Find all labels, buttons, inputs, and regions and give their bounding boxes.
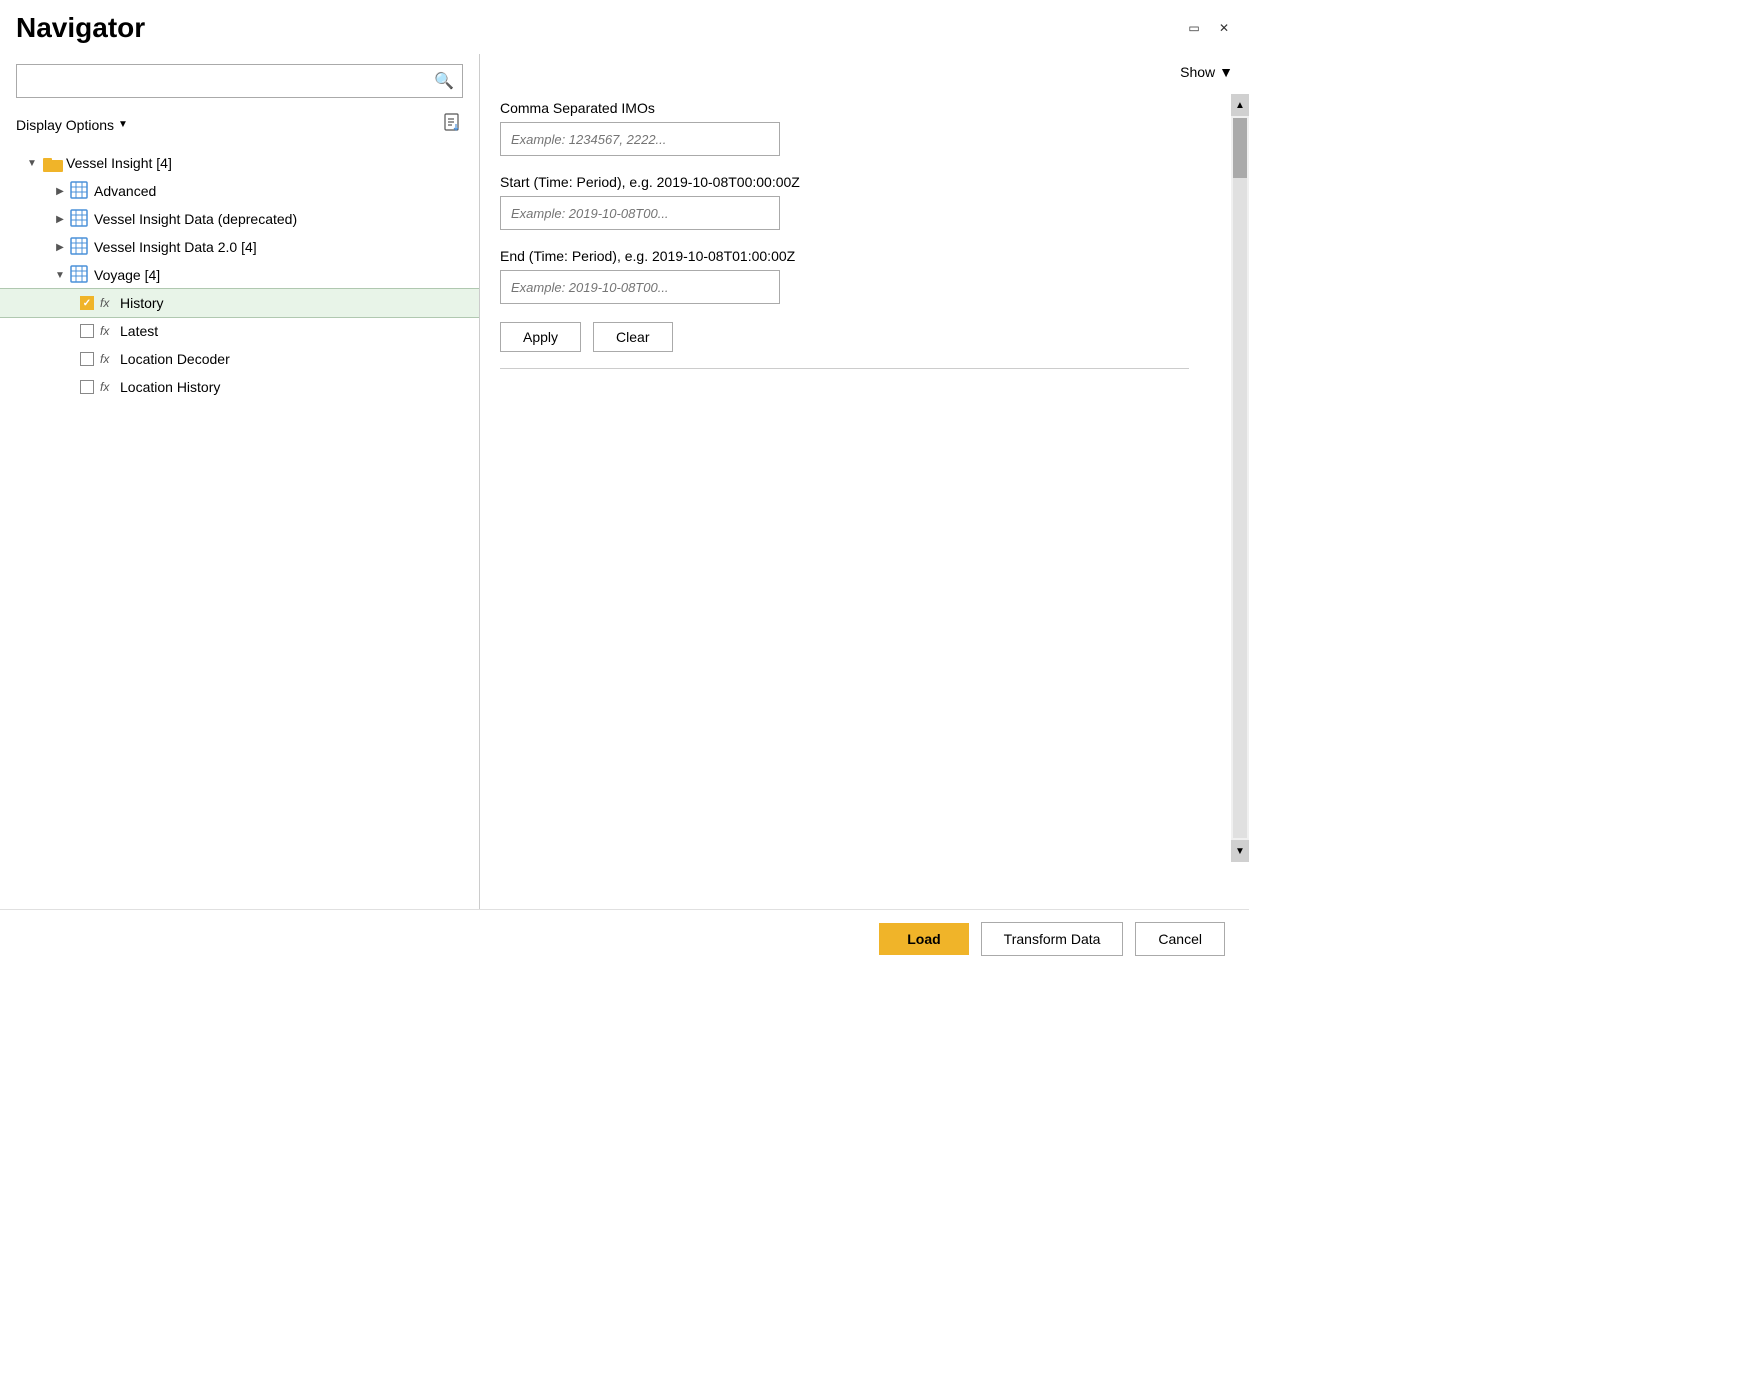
history-checkbox[interactable] xyxy=(80,296,94,310)
advanced-label: Advanced xyxy=(94,183,156,199)
left-panel: 🔍 Display Options ▼ ▼ xyxy=(0,54,480,922)
tree-container: ▼ Vessel Insight [4] ▶ xyxy=(0,145,479,922)
title-bar: Navigator ▭ ✕ xyxy=(0,0,1249,44)
table-icon xyxy=(70,265,90,285)
table-icon xyxy=(70,209,90,229)
imos-label: Comma Separated IMOs xyxy=(500,100,1209,116)
chevron-down-icon: ▼ xyxy=(118,119,128,130)
start-time-label: Start (Time: Period), e.g. 2019-10-08T00… xyxy=(500,174,1209,190)
table-icon xyxy=(70,237,90,257)
start-time-field-group: Start (Time: Period), e.g. 2019-10-08T00… xyxy=(500,174,1209,230)
tree-node-advanced[interactable]: ▶ Advanced xyxy=(0,177,479,205)
scroll-track xyxy=(1233,118,1247,838)
tree-expand-icon: ▶ xyxy=(52,183,68,199)
tree-node-vessel-insight-data-2[interactable]: ▶ Vessel Insight Data 2.0 [4] xyxy=(0,233,479,261)
window-title: Navigator xyxy=(16,12,145,44)
fx-icon: fx xyxy=(100,380,116,394)
latest-label: Latest xyxy=(120,323,158,339)
divider xyxy=(500,368,1189,369)
fx-icon: fx xyxy=(100,324,116,338)
location-decoder-checkbox[interactable] xyxy=(80,352,94,366)
transform-data-button[interactable]: Transform Data xyxy=(981,922,1124,956)
display-options-bar: Display Options ▼ xyxy=(0,108,479,145)
folder-icon xyxy=(42,155,62,171)
tree-expand-icon: ▶ xyxy=(52,211,68,227)
load-button[interactable]: Load xyxy=(879,923,968,955)
clear-button[interactable]: Clear xyxy=(593,322,672,352)
apply-clear-row: Apply Clear xyxy=(500,322,1209,352)
location-history-label: Location History xyxy=(120,379,220,395)
show-dropdown[interactable]: Show ▼ xyxy=(1180,64,1233,80)
window-controls: ▭ ✕ xyxy=(1185,19,1233,37)
tree-node-location-history[interactable]: fx Location History xyxy=(0,373,479,401)
export-icon[interactable] xyxy=(443,112,463,137)
start-time-input[interactable] xyxy=(500,196,780,230)
end-time-field-group: End (Time: Period), e.g. 2019-10-08T01:0… xyxy=(500,248,1209,304)
main-container: 🔍 Display Options ▼ ▼ xyxy=(0,54,1249,922)
close-button[interactable]: ✕ xyxy=(1215,19,1233,37)
table-icon xyxy=(70,181,90,201)
right-top-bar: Show ▼ xyxy=(480,54,1249,90)
tree-node-latest[interactable]: fx Latest xyxy=(0,317,479,345)
voyage-label: Voyage [4] xyxy=(94,267,160,283)
scroll-down-button[interactable]: ▼ xyxy=(1231,840,1249,862)
imos-input[interactable] xyxy=(500,122,780,156)
minimize-button[interactable]: ▭ xyxy=(1185,19,1203,37)
history-label: History xyxy=(120,295,164,311)
display-options-label: Display Options xyxy=(16,117,114,133)
show-chevron-icon: ▼ xyxy=(1219,64,1233,80)
right-panel: Show ▼ ▲ ▼ Comma Separated IMOs Start (T… xyxy=(480,54,1249,922)
cancel-button[interactable]: Cancel xyxy=(1135,922,1225,956)
fx-icon: fx xyxy=(100,296,116,310)
scroll-up-button[interactable]: ▲ xyxy=(1231,94,1249,116)
tree-collapse-icon: ▼ xyxy=(52,267,68,283)
vessel-insight-data-2-label: Vessel Insight Data 2.0 [4] xyxy=(94,239,257,255)
latest-checkbox[interactable] xyxy=(80,324,94,338)
tree-collapse-icon: ▼ xyxy=(24,155,40,171)
search-bar: 🔍 xyxy=(16,64,463,98)
search-input[interactable] xyxy=(25,73,434,89)
tree-node-vessel-insight[interactable]: ▼ Vessel Insight [4] xyxy=(0,149,479,177)
vessel-insight-data-deprecated-label: Vessel Insight Data (deprecated) xyxy=(94,211,297,227)
apply-button[interactable]: Apply xyxy=(500,322,581,352)
location-history-checkbox[interactable] xyxy=(80,380,94,394)
tree-expand-icon: ▶ xyxy=(52,239,68,255)
end-time-input[interactable] xyxy=(500,270,780,304)
location-decoder-label: Location Decoder xyxy=(120,351,230,367)
tree-node-location-decoder[interactable]: fx Location Decoder xyxy=(0,345,479,373)
show-label: Show xyxy=(1180,64,1215,80)
scroll-thumb[interactable] xyxy=(1233,118,1247,178)
imos-field-group: Comma Separated IMOs xyxy=(500,100,1209,156)
fx-icon: fx xyxy=(100,352,116,366)
search-icon[interactable]: 🔍 xyxy=(434,71,454,91)
tree-node-vessel-insight-data-deprecated[interactable]: ▶ Vessel Insight Data (deprecated) xyxy=(0,205,479,233)
bottom-bar: Load Transform Data Cancel xyxy=(0,909,1249,968)
end-time-label: End (Time: Period), e.g. 2019-10-08T01:0… xyxy=(500,248,1209,264)
tree-node-voyage[interactable]: ▼ Voyage [4] xyxy=(0,261,479,289)
vessel-insight-label: Vessel Insight [4] xyxy=(66,155,172,171)
scrollbar: ▲ ▼ xyxy=(1231,94,1249,862)
display-options-button[interactable]: Display Options ▼ xyxy=(16,117,128,133)
right-content: Comma Separated IMOs Start (Time: Period… xyxy=(480,90,1249,922)
tree-node-history[interactable]: fx History xyxy=(0,289,479,317)
